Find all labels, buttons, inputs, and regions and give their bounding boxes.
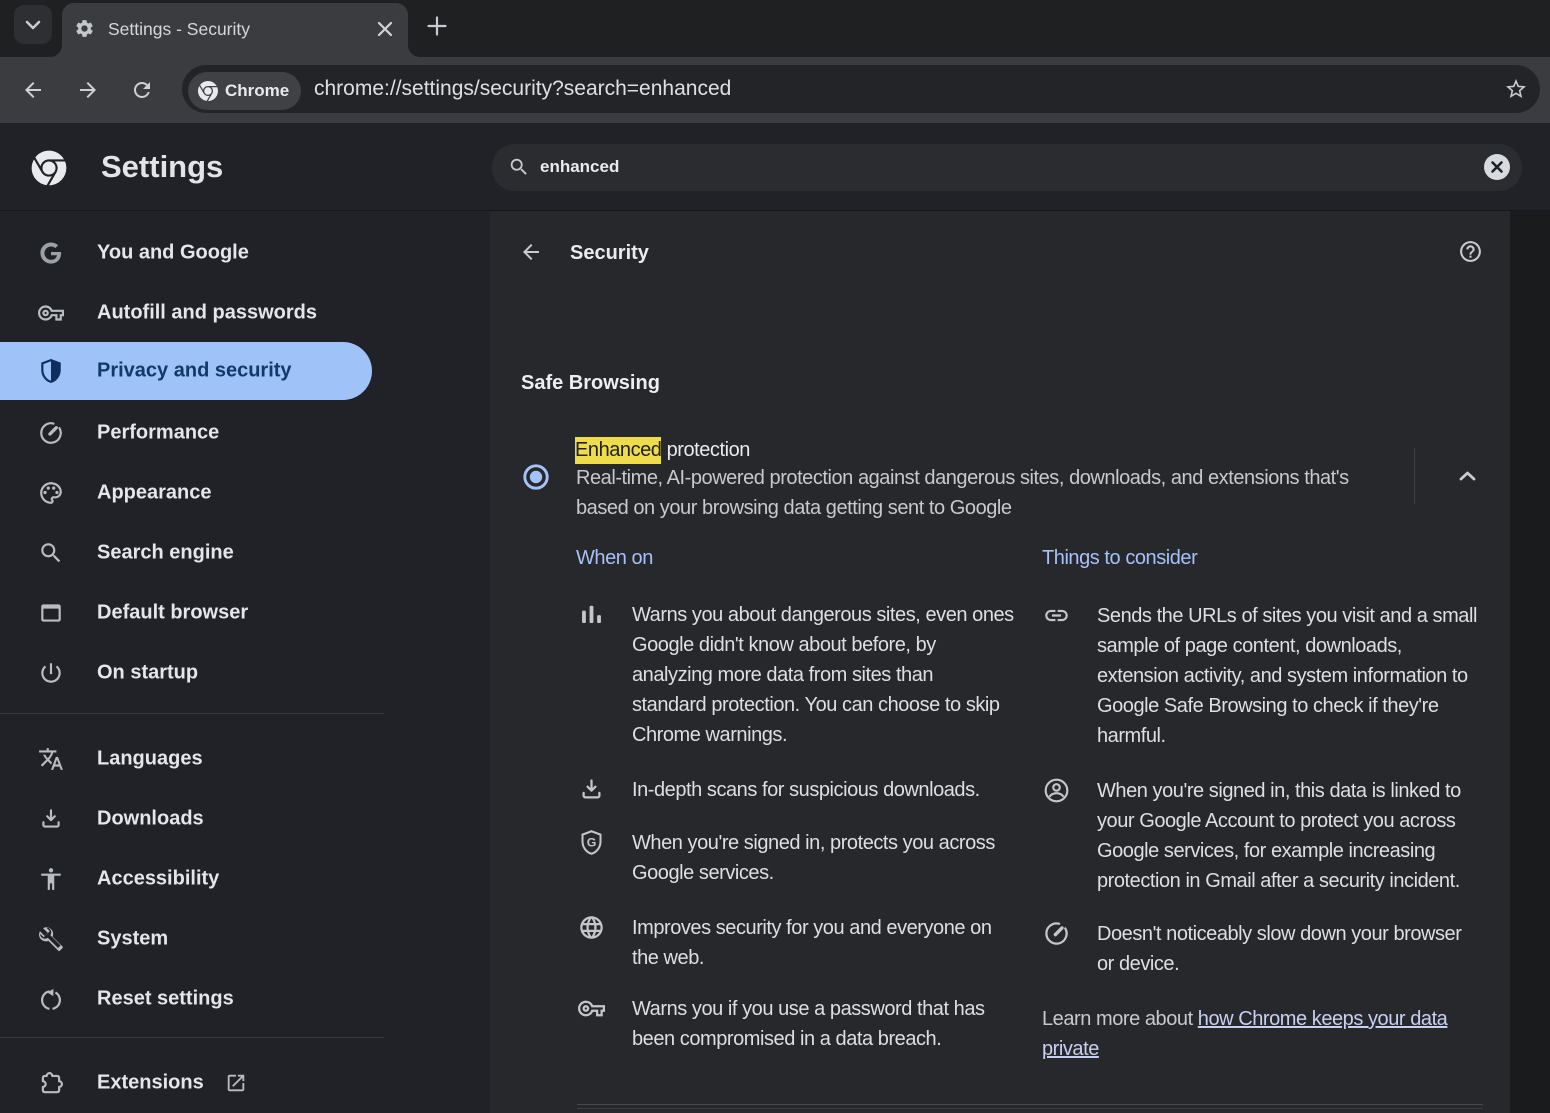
svg-text:G: G [587, 835, 597, 849]
